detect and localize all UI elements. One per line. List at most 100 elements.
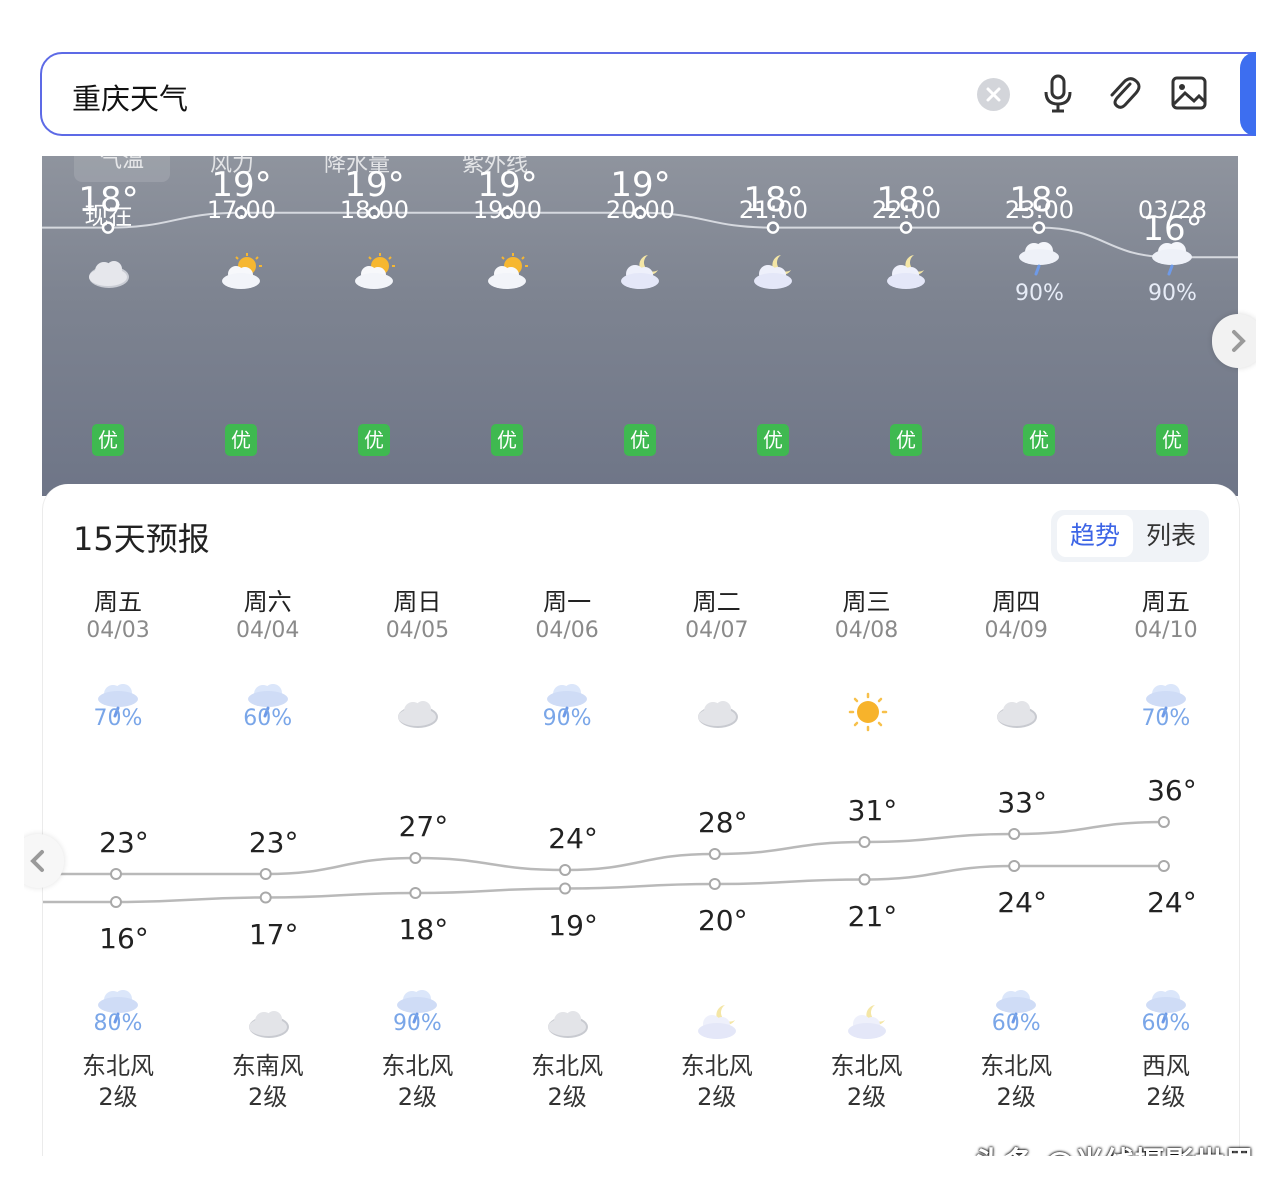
wind-direction: 东北风 [980,1052,1053,1080]
day-low-temp: 24° [997,886,1047,919]
hour-item: 20:00 19° 优 [574,156,707,496]
clear-icon[interactable] [977,78,1010,111]
day-column[interactable]: 周日 04/05 27° 18° 90% 东北风 2级 [342,484,492,1156]
hour-temperature: 18° [876,179,937,220]
microphone-icon[interactable] [1042,74,1074,118]
hour-temperature: 16° [1142,209,1203,250]
day-low-temp: 17° [248,917,299,951]
air-quality-badge: 优 [1156,424,1188,456]
cloudy-icon [86,252,132,292]
day-weekday: 周五 [94,588,142,616]
day-high-temp: 24° [548,822,598,855]
cloudy-icon [395,692,441,732]
day-column[interactable]: 周二 04/07 28° 20° 东北风 2级 [642,484,792,1156]
wind-direction: 东南风 [231,1052,304,1080]
air-quality-badge: 优 [358,424,390,456]
search-box[interactable]: 重庆天气 [40,52,1256,136]
hour-temperature: 19° [477,164,538,205]
air-quality-badge: 优 [624,424,656,456]
search-bar-area: 重庆天气 [24,22,1256,156]
cloudy-icon [246,1002,292,1042]
watermark: 头条 @光线摄影世界 [974,1138,1254,1156]
wind-level: 2级 [397,1083,438,1111]
air-quality-badge: 优 [1023,424,1055,456]
day-weekday: 周三 [842,588,891,616]
day-high-temp: 27° [398,810,449,843]
weather-screen: 重庆天气 气温 风力 降水量 紫外线 现在 18° 优 17:00 19° 优 18:00 1… [24,22,1256,1156]
air-quality-badge: 优 [890,424,922,456]
day-date: 04/10 [1134,618,1198,643]
sun-icon [845,692,891,732]
hour-item: 21:00 18° 优 [707,156,840,496]
day-weekday: 周四 [992,588,1041,616]
day-date: 04/08 [834,618,899,643]
image-upload-icon[interactable] [1170,74,1208,116]
cloudy-icon [994,692,1040,732]
next-hours-button[interactable] [1212,314,1256,368]
day-date: 04/03 [86,618,150,643]
day-date: 04/07 [685,618,749,643]
wind-direction: 东北风 [680,1052,753,1080]
wind-direction: 东北风 [381,1052,454,1080]
hour-temperature: 18° [743,179,804,220]
night-rain-chance: 60% [991,1011,1041,1036]
day-low-temp: 18° [398,913,449,946]
day-high-temp: 23° [248,826,299,859]
partly-sunny-icon [219,252,265,292]
hour-item: 22:00 18° 优 [840,156,973,496]
day-column[interactable]: 周五 04/03 70% 23° 16° 80% 东北风 2级 [43,484,193,1156]
hour-item: 17:00 19° 优 [175,156,308,496]
day-low-temp: 21° [847,899,898,933]
day-low-temp: 20° [697,904,748,937]
day-high-temp: 31° [847,794,898,827]
hour-rain-chance: 90% [1015,281,1064,306]
hour-item: 18:00 19° 优 [308,156,441,496]
day-low-temp: 19° [548,908,598,942]
day-rain-chance: 70% [93,706,143,731]
air-quality-badge: 优 [225,424,257,456]
wind-direction: 西风 [1141,1052,1190,1080]
night-rain-chance: 90% [392,1011,442,1036]
wind-level: 2级 [547,1083,587,1111]
day-column[interactable]: 周三 04/08 31° 21° 东北风 2级 [792,484,942,1156]
attachment-icon[interactable] [1106,74,1142,118]
wind-level: 2级 [1146,1083,1186,1111]
day-date: 04/06 [535,618,599,643]
previous-days-button[interactable] [24,834,64,888]
cloudy-icon [545,1002,591,1042]
day-column[interactable]: 周一 04/06 90% 24° 19° 东北风 2级 [492,484,642,1156]
hour-item: 23:00 90% 18° 优 [973,156,1106,496]
search-input[interactable]: 重庆天气 [72,76,188,118]
day-column[interactable]: 周四 04/09 33° 24° 60% 东北风 2级 [941,484,1091,1156]
wind-level: 2级 [996,1083,1036,1111]
hour-temperature: 19° [211,164,272,205]
day-rain-chance: 90% [542,706,592,731]
day-low-temp: 16° [99,922,149,955]
wind-level: 2级 [248,1083,288,1111]
hourly-forecast-panel: 气温 风力 降水量 紫外线 现在 18° 优 17:00 19° 优 18:00 19° 优 19… [42,156,1238,496]
air-quality-badge: 优 [757,424,789,456]
fifteen-day-forecast: 15天预报 趋势 列表 周五 04/03 70% 23° 16° 80% 东北风 2级 周六 04… [42,484,1240,1156]
rain-cloud-icon [1017,238,1063,278]
night-rain-chance: 60% [1141,1011,1191,1036]
wind-level: 2级 [98,1083,138,1111]
moon-cloud-icon [845,1002,891,1042]
day-weekday: 周五 [1141,588,1190,616]
hour-temperature: 18° [78,179,139,220]
hour-item: 19:00 19° 优 [441,156,574,496]
moon-cloud-icon [695,1002,741,1042]
search-submit-button[interactable] [1240,52,1256,136]
day-low-temp: 24° [1147,886,1197,919]
day-high-temp: 28° [697,806,748,839]
night-rain-chance: 80% [93,1011,143,1036]
partly-sunny-icon [485,252,531,292]
hour-rain-chance: 90% [1148,281,1197,306]
hour-temperature: 18° [1009,179,1070,220]
hour-temperature: 19° [610,164,671,205]
day-weekday: 周六 [243,588,292,616]
wind-direction: 东北风 [82,1052,154,1080]
day-column[interactable]: 周五 04/10 70% 36° 24° 60% 西风 2级 [1091,484,1241,1156]
day-high-temp: 36° [1147,774,1197,807]
day-rain-chance: 70% [1141,706,1191,731]
day-column[interactable]: 周六 04/04 60% 23° 17° 东南风 2级 [193,484,343,1156]
